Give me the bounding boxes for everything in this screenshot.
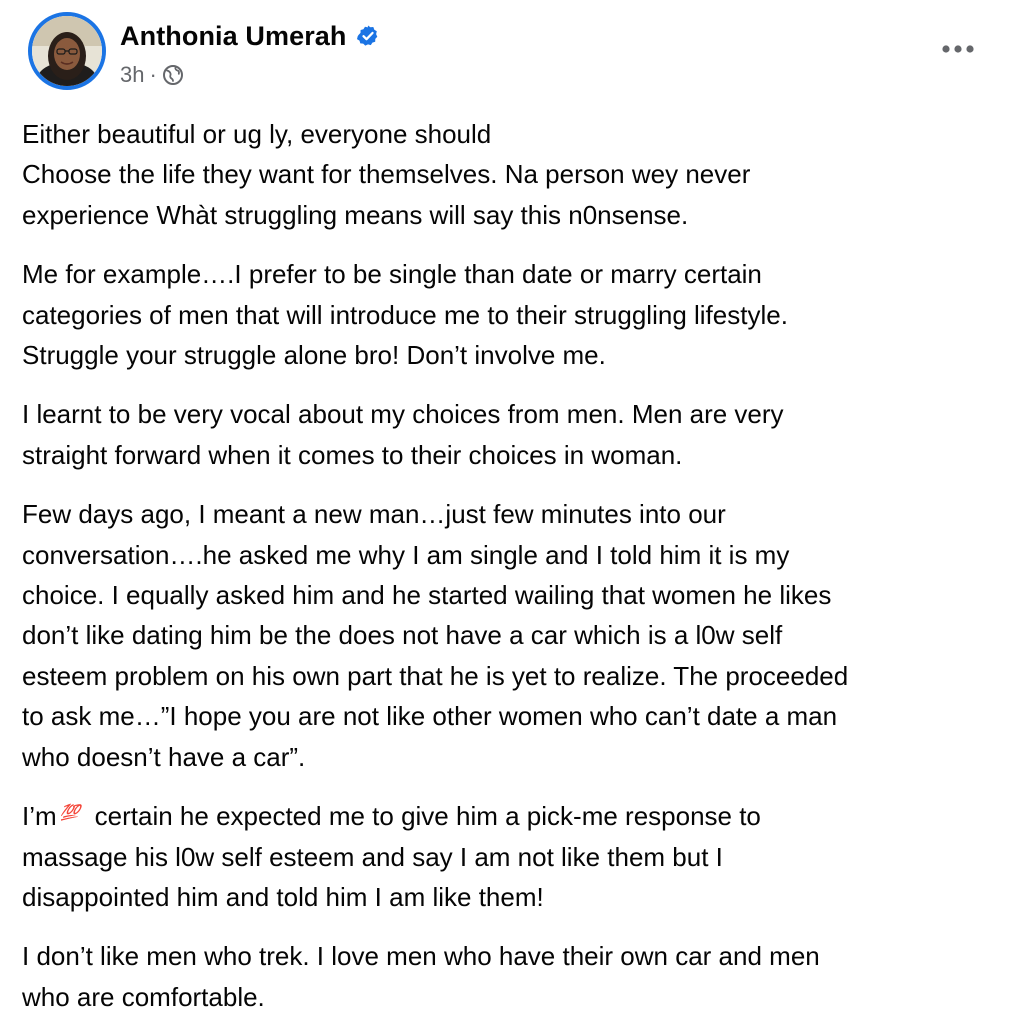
- post-header: Anthonia Umerah 3h ·: [22, 12, 998, 94]
- post-meta: 3h ·: [120, 60, 184, 90]
- author-avatar[interactable]: [28, 12, 106, 90]
- text-line: don’t like dating him be the does not ha…: [22, 620, 783, 651]
- text-line: Choose the life they want for themselves…: [22, 159, 751, 190]
- text-line: Struggle your struggle alone bro! Don’t …: [22, 340, 606, 371]
- text-line: esteem problem on his own part that he i…: [22, 660, 849, 691]
- post-body: Either beautiful or ug ly, everyone shou…: [22, 114, 1012, 1036]
- verified-badge-icon: [356, 24, 380, 48]
- post-paragraph-2: Me for example….I prefer to be single th…: [22, 254, 1012, 375]
- text-line: disappointed him and told him I am like …: [22, 881, 544, 912]
- text-line: I’m 💯 certain he expected me to give him a…: [22, 796, 1012, 836]
- post-paragraph-5: I’m 💯 certain he expected me to give him a…: [22, 796, 1012, 917]
- author-row: Anthonia Umerah: [120, 16, 380, 56]
- text-fragment: certain he expected me to give him a pic…: [94, 801, 761, 832]
- post-paragraph-3: I learnt to be very vocal about my choic…: [22, 394, 1012, 475]
- text-line: who are comfortable.: [22, 981, 265, 1012]
- text-line: conversation….he asked me why I am singl…: [22, 539, 790, 570]
- text-fragment: I’m: [22, 801, 57, 832]
- text-line: massage his l0w self esteem and say I am…: [22, 841, 723, 872]
- author-name[interactable]: Anthonia Umerah: [120, 21, 347, 52]
- post-paragraph-4: Few days ago, I meant a new man…just few…: [22, 494, 1012, 777]
- text-line: experience Whàt struggling means will sa…: [22, 199, 689, 230]
- post-timestamp[interactable]: 3h: [120, 62, 144, 88]
- profile-avatar-icon: [32, 16, 102, 86]
- post-paragraph-6: I don’t like men who trek. I love men wh…: [22, 936, 1012, 1017]
- text-line: categories of men that will introduce me…: [22, 299, 788, 330]
- text-line: straight forward when it comes to their …: [22, 439, 683, 470]
- globe-icon[interactable]: [162, 64, 184, 86]
- text-line: Either beautiful or ug ly, everyone shou…: [22, 119, 492, 149]
- hundred-points-emoji-icon: 💯: [58, 800, 91, 828]
- more-options-icon: [942, 45, 974, 53]
- text-line: to ask me…”I hope you are not like other…: [22, 701, 838, 732]
- text-line: Few days ago, I meant a new man…just few…: [22, 499, 726, 530]
- meta-separator: ·: [149, 62, 157, 87]
- emoji-text: 💯: [61, 803, 85, 822]
- text-line: who doesn’t have a car”.: [22, 741, 306, 772]
- text-line: I don’t like men who trek. I love men wh…: [22, 941, 820, 972]
- text-line: choice. I equally asked him and he start…: [22, 580, 832, 611]
- more-options-button[interactable]: [938, 32, 978, 66]
- facebook-post: Anthonia Umerah 3h · Either beautiful or…: [0, 0, 1020, 1024]
- text-line: Me for example….I prefer to be single th…: [22, 259, 762, 290]
- post-paragraph-1: Either beautiful or ug ly, everyone shou…: [22, 114, 1012, 235]
- text-line: I learnt to be very vocal about my choic…: [22, 399, 784, 430]
